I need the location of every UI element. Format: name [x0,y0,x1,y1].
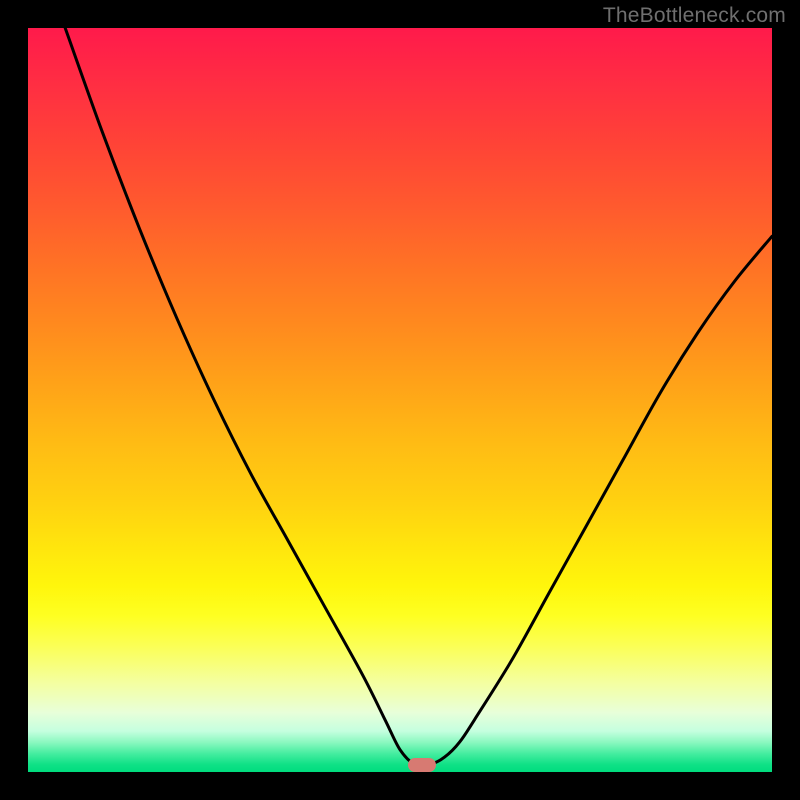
watermark-text: TheBottleneck.com [603,4,786,28]
curve-svg [28,28,772,772]
bottleneck-curve-path [65,28,772,766]
optimal-point-marker [408,758,436,772]
plot-area [28,28,772,772]
chart-frame: TheBottleneck.com [0,0,800,800]
